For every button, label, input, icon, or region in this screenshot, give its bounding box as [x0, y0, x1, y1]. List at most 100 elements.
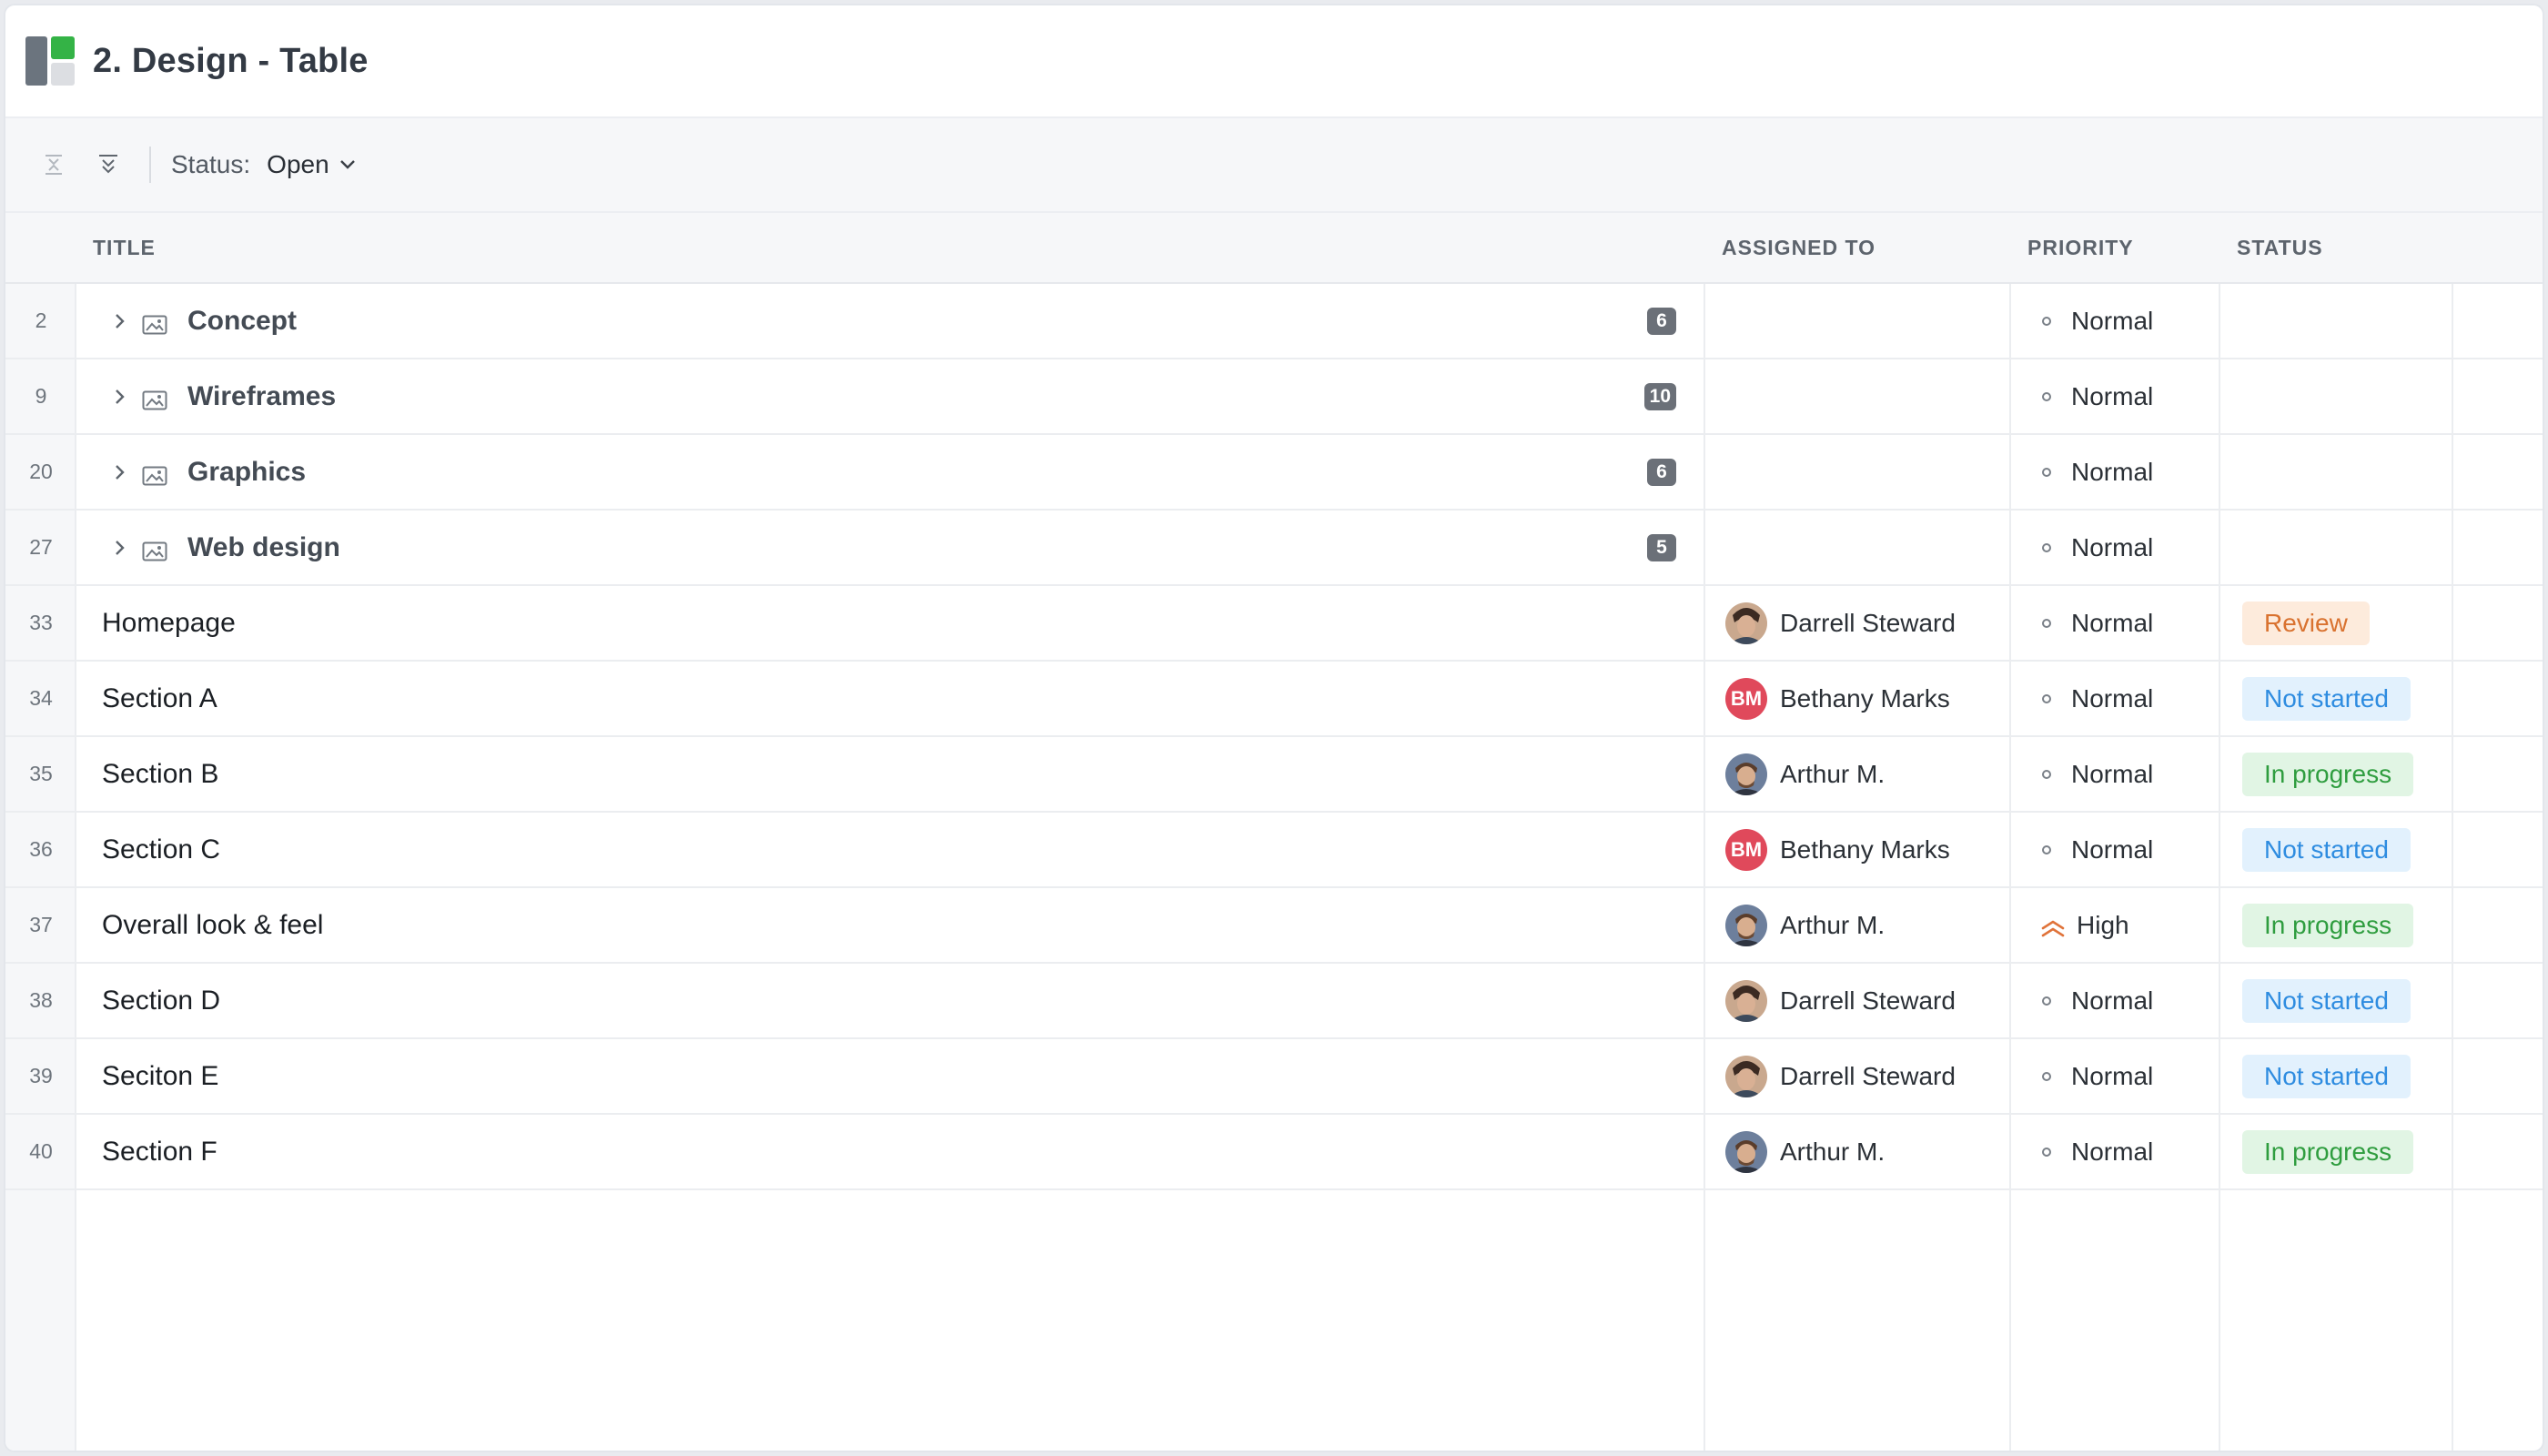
task-table: TITLE ASSIGNED TO PRIORITY STATUS 2 Conce… — [5, 213, 2543, 1451]
status-cell[interactable]: Review — [2242, 586, 2442, 660]
priority-cell[interactable]: Normal — [2040, 964, 2222, 1037]
avatar — [1725, 904, 1767, 946]
group-row[interactable]: 2 Concept 6 Normal — [5, 284, 2543, 359]
column-header-priority[interactable]: PRIORITY — [2027, 213, 2134, 282]
chevron-right-icon[interactable] — [107, 460, 131, 484]
status-badge: In progress — [2242, 1129, 2414, 1174]
priority-cell[interactable]: Normal — [2040, 737, 2222, 811]
status-cell[interactable]: In progress — [2242, 888, 2442, 962]
column-header-status[interactable]: STATUS — [2237, 213, 2323, 282]
row-number: 20 — [29, 460, 53, 483]
task-title-cell[interactable]: Section C — [102, 813, 1682, 886]
table-row[interactable]: 39 Seciton E Darrell Steward Normal Not star… — [5, 1039, 2543, 1115]
avatar — [1725, 1055, 1767, 1097]
title-bar: 2. Design - Table — [5, 5, 2543, 118]
group-row[interactable]: 20 Graphics 6 Normal — [5, 435, 2543, 511]
task-title-cell[interactable]: Section A — [102, 662, 1682, 735]
avatar — [1725, 602, 1767, 644]
priority-cell[interactable]: Normal — [2040, 284, 2222, 358]
task-title-cell[interactable]: Overall look & feel — [102, 888, 1682, 962]
assignee-cell[interactable]: Darrell Steward — [1725, 586, 2026, 660]
status-badge: Not started — [2242, 676, 2411, 721]
table-row[interactable]: 37 Overall look & feel Arthur M. High In pro… — [5, 888, 2543, 964]
status-filter-label: Status: — [171, 150, 251, 178]
chevron-right-icon[interactable] — [107, 309, 131, 333]
assignee-name: Bethany Marks — [1780, 683, 1950, 713]
assignee-name: Arthur M. — [1780, 1137, 1886, 1166]
row-number: 33 — [29, 611, 53, 634]
status-cell[interactable]: Not started — [2242, 1039, 2442, 1113]
priority-cell[interactable]: Normal — [2040, 586, 2222, 660]
chevron-right-icon[interactable] — [107, 385, 131, 409]
priority-label: Normal — [2071, 1061, 2154, 1090]
assignee-cell[interactable]: Arthur M. — [1725, 1115, 2026, 1188]
priority-cell[interactable]: Normal — [2040, 1039, 2222, 1113]
priority-label: Normal — [2071, 834, 2154, 864]
avatar: BM — [1725, 828, 1767, 871]
table-row[interactable]: 38 Section D Darrell Steward Normal Not star… — [5, 964, 2543, 1039]
chevron-down-icon — [339, 160, 355, 169]
table-row[interactable]: 33 Homepage Darrell Steward Normal Review — [5, 586, 2543, 662]
column-header-title[interactable]: TITLE — [93, 213, 156, 282]
status-cell[interactable]: Not started — [2242, 813, 2442, 886]
status-badge: In progress — [2242, 903, 2414, 947]
status-badge: Not started — [2242, 978, 2411, 1023]
group-row[interactable]: 9 Wireframes 10 Normal — [5, 359, 2543, 435]
task-title-cell[interactable]: Homepage — [102, 586, 1682, 660]
task-title-cell[interactable]: Seciton E — [102, 1039, 1682, 1113]
priority-cell[interactable]: Normal — [2040, 1115, 2222, 1188]
toolbar-divider — [149, 147, 151, 183]
task-title: Section D — [102, 985, 221, 1016]
assignee-name: Darrell Steward — [1780, 986, 1956, 1015]
priority-cell[interactable]: High — [2040, 888, 2222, 962]
priority-label: Normal — [2071, 457, 2154, 486]
priority-cell[interactable]: Normal — [2040, 359, 2222, 433]
column-header-assigned-to[interactable]: ASSIGNED TO — [1722, 213, 1876, 282]
status-cell[interactable]: In progress — [2242, 1115, 2442, 1188]
table-row[interactable]: 40 Section F Arthur M. Normal In progress — [5, 1115, 2543, 1190]
assignee-cell[interactable]: Darrell Steward — [1725, 1039, 2026, 1113]
child-count-badge: 6 — [1647, 459, 1676, 486]
table-row[interactable]: 36 Section C BM Bethany Marks Normal Not star… — [5, 813, 2543, 888]
toolbar: Status: Open — [5, 118, 2543, 213]
assignee-cell[interactable]: Arthur M. — [1725, 737, 2026, 811]
group-title: Wireframes — [187, 380, 337, 411]
avatar — [1725, 1130, 1767, 1173]
task-title: Section C — [102, 834, 221, 864]
page-title: 2. Design - Table — [93, 41, 369, 80]
status-filter-dropdown[interactable]: Open — [267, 150, 357, 179]
group-title-cell: Wireframes 10 — [96, 359, 1676, 433]
status-cell[interactable]: Not started — [2242, 662, 2442, 735]
assignee-cell[interactable]: Darrell Steward — [1725, 964, 2026, 1037]
avatar: BM — [1725, 677, 1767, 720]
priority-normal-icon — [2042, 1147, 2051, 1157]
task-title-cell[interactable]: Section B — [102, 737, 1682, 811]
group-title-cell: Web design 5 — [96, 511, 1676, 584]
priority-cell[interactable]: Normal — [2040, 511, 2222, 584]
priority-cell[interactable]: Normal — [2040, 435, 2222, 509]
priority-cell[interactable]: Normal — [2040, 813, 2222, 886]
priority-label: High — [2077, 910, 2129, 939]
assignee-cell[interactable]: Arthur M. — [1725, 888, 2026, 962]
status-cell[interactable]: In progress — [2242, 737, 2442, 811]
image-icon — [142, 387, 167, 410]
priority-cell[interactable]: Normal — [2040, 662, 2222, 735]
task-title: Section B — [102, 758, 219, 789]
table-row[interactable]: 35 Section B Arthur M. Normal In progress — [5, 737, 2543, 813]
chevron-right-icon[interactable] — [107, 536, 131, 560]
row-number: 27 — [29, 535, 53, 559]
status-cell[interactable]: Not started — [2242, 964, 2442, 1037]
group-title-cell: Concept 6 — [96, 284, 1676, 358]
assignee-cell[interactable]: BM Bethany Marks — [1725, 813, 2026, 886]
priority-normal-icon — [2042, 844, 2051, 854]
collapse-all-icon[interactable] — [38, 149, 69, 180]
task-title-cell[interactable]: Section D — [102, 964, 1682, 1037]
assignee-cell[interactable]: BM Bethany Marks — [1725, 662, 2026, 735]
assignee-name: Darrell Steward — [1780, 1061, 1956, 1090]
child-count-badge: 6 — [1647, 308, 1676, 335]
image-icon — [142, 462, 167, 485]
table-row[interactable]: 34 Section A BM Bethany Marks Normal Not star… — [5, 662, 2543, 737]
task-title-cell[interactable]: Section F — [102, 1115, 1682, 1188]
expand-all-icon[interactable] — [93, 149, 124, 180]
group-row[interactable]: 27 Web design 5 Normal — [5, 511, 2543, 586]
